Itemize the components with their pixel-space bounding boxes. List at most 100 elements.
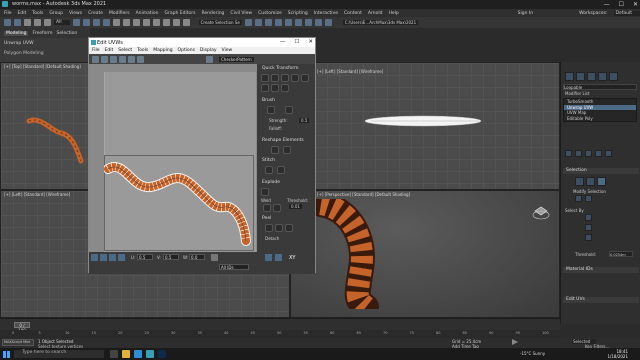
- worm-model-top[interactable]: [21, 111, 91, 171]
- uv-menu-file[interactable]: File: [92, 48, 100, 53]
- display-tab-icon[interactable]: [609, 72, 618, 81]
- quick-transform-header[interactable]: Quick Transform: [259, 66, 313, 72]
- render-setup-icon[interactable]: [304, 19, 312, 26]
- menu-file[interactable]: File: [4, 11, 12, 16]
- close-button[interactable]: ✕: [633, 1, 638, 8]
- curve-editor-icon[interactable]: [274, 19, 282, 26]
- zoom-icon[interactable]: [275, 254, 282, 261]
- edge-mode-icon[interactable]: [100, 254, 107, 261]
- maxscript-listener[interactable]: MAXScript Mini: [2, 339, 34, 346]
- menu-animation[interactable]: Animation: [136, 11, 159, 16]
- break-icon[interactable]: [261, 188, 269, 196]
- rotate-minus-90-icon[interactable]: [301, 74, 309, 82]
- map-dropdown[interactable]: CheckerPattern: [219, 56, 254, 62]
- stitch-source-icon[interactable]: [265, 166, 273, 174]
- material-editor-icon[interactable]: [294, 19, 302, 26]
- select-by-loop-icon[interactable]: [585, 234, 592, 241]
- menu-rendering[interactable]: Rendering: [201, 11, 224, 16]
- align-center-icon[interactable]: [271, 74, 279, 82]
- reset-peel-icon[interactable]: [285, 224, 293, 232]
- pan-icon[interactable]: [265, 254, 272, 261]
- render-icon[interactable]: [324, 19, 332, 26]
- align-bottom-icon[interactable]: [281, 84, 289, 92]
- modify-tab-icon[interactable]: [576, 72, 585, 81]
- grow-selection-icon[interactable]: [575, 195, 582, 202]
- menu-help[interactable]: Help: [388, 11, 398, 16]
- threshold-field[interactable]: 0.0254m: [609, 251, 633, 257]
- menu-tools[interactable]: Tools: [32, 11, 43, 16]
- strength-value[interactable]: 0.5: [299, 118, 310, 123]
- uv-move-icon[interactable]: [92, 55, 99, 63]
- move-icon[interactable]: [112, 19, 120, 26]
- uv-minimize-button[interactable]: —: [280, 39, 286, 45]
- xy-label[interactable]: XY: [289, 255, 295, 261]
- quick-peel-icon[interactable]: [265, 224, 273, 232]
- menu-modifiers[interactable]: Modifiers: [109, 11, 130, 16]
- worm-model-left-wireframe[interactable]: [361, 111, 491, 131]
- reshape-elements-header[interactable]: Reshape Elements: [259, 138, 313, 144]
- w-field[interactable]: 0.0: [189, 254, 205, 260]
- play-button[interactable]: [512, 339, 518, 345]
- polygon-select-icon[interactable]: [597, 177, 606, 186]
- viewport-bottom-right[interactable]: [+] [Perspective] [Standard] [Default Sh…: [290, 190, 560, 318]
- weather-widget[interactable]: -15°C Sunny: [520, 351, 545, 356]
- create-tab-icon[interactable]: [565, 72, 574, 81]
- percent-snap-icon[interactable]: [172, 19, 180, 26]
- configure-sets-icon[interactable]: [605, 150, 612, 157]
- viewport-label[interactable]: [+] [Top] [Standard] [Default Shading]: [4, 64, 81, 69]
- viewport-top-right[interactable]: [+] [Left] [Standard] [Wireframe]: [290, 62, 560, 190]
- motion-tab-icon[interactable]: [598, 72, 607, 81]
- uv-menu-mapping[interactable]: Mapping: [153, 48, 172, 53]
- edit-uvs-rollout-header[interactable]: Edit UVs: [563, 297, 639, 303]
- time-slider[interactable]: 0 / 100: [14, 322, 30, 333]
- peel-header[interactable]: Peel: [259, 216, 313, 222]
- snap-icon[interactable]: [152, 19, 160, 26]
- menu-edit[interactable]: Edit: [18, 11, 27, 16]
- tab-selection[interactable]: Selection: [57, 31, 78, 36]
- u-field[interactable]: 0.5: [137, 254, 153, 260]
- mirror-icon[interactable]: [244, 19, 252, 26]
- v-field[interactable]: 0.5: [163, 254, 179, 260]
- menu-content[interactable]: Content: [344, 11, 362, 16]
- detach-label[interactable]: Detach: [265, 236, 279, 241]
- menu-views[interactable]: Views: [69, 11, 82, 16]
- pin-stack-icon[interactable]: [565, 150, 572, 157]
- selection-filter-dropdown[interactable]: All: [54, 20, 70, 25]
- select-by-planar-icon[interactable]: [585, 224, 592, 231]
- uv-canvas[interactable]: [89, 64, 257, 252]
- rect-selection-icon[interactable]: [92, 19, 100, 26]
- undo-icon[interactable]: [4, 19, 11, 26]
- object-name-field[interactable]: Loopable: [563, 84, 637, 90]
- relax-icon[interactable]: [283, 146, 291, 154]
- vertex-select-icon[interactable]: [575, 177, 584, 186]
- project-path-field[interactable]: C:\Users\E...ArchMax\3ds Max\2021: [342, 20, 419, 25]
- uv-close-button[interactable]: ✕: [308, 39, 313, 45]
- make-unique-icon[interactable]: [585, 150, 592, 157]
- rotate-icon[interactable]: [122, 19, 130, 26]
- menu-arnold[interactable]: Arnold: [368, 11, 383, 16]
- uv-scale-icon[interactable]: [110, 55, 117, 63]
- taskbar-clock[interactable]: 18:41 1/18/2021: [607, 349, 628, 359]
- task-view-icon[interactable]: [110, 350, 118, 358]
- photoshop-icon[interactable]: [158, 350, 166, 358]
- peel-mode-icon[interactable]: [275, 224, 283, 232]
- uv-menu-tools[interactable]: Tools: [137, 48, 148, 53]
- select-object-icon[interactable]: [72, 19, 80, 26]
- stitch-avg-icon[interactable]: [277, 166, 285, 174]
- lock-selection-icon[interactable]: [211, 254, 218, 261]
- link-icon[interactable]: [24, 19, 31, 26]
- element-mode-icon[interactable]: [118, 254, 125, 261]
- face-mode-icon[interactable]: [109, 254, 116, 261]
- select-by-name-icon[interactable]: [82, 19, 90, 26]
- paint-move-icon[interactable]: [267, 106, 275, 114]
- viewport-label[interactable]: [+] [Left] [Standard] [Wireframe]: [4, 192, 70, 197]
- file-explorer-icon[interactable]: [122, 350, 130, 358]
- explode-header[interactable]: Explode: [259, 180, 313, 186]
- uv-menu-view[interactable]: View: [222, 48, 233, 53]
- maximize-button[interactable]: ☐: [619, 1, 624, 8]
- menu-group[interactable]: Group: [49, 11, 63, 16]
- shrink-selection-icon[interactable]: [585, 195, 592, 202]
- align-icon[interactable]: [254, 19, 262, 26]
- align-left-icon[interactable]: [261, 74, 269, 82]
- modifier-list-dropdown[interactable]: Modifier List: [565, 91, 589, 96]
